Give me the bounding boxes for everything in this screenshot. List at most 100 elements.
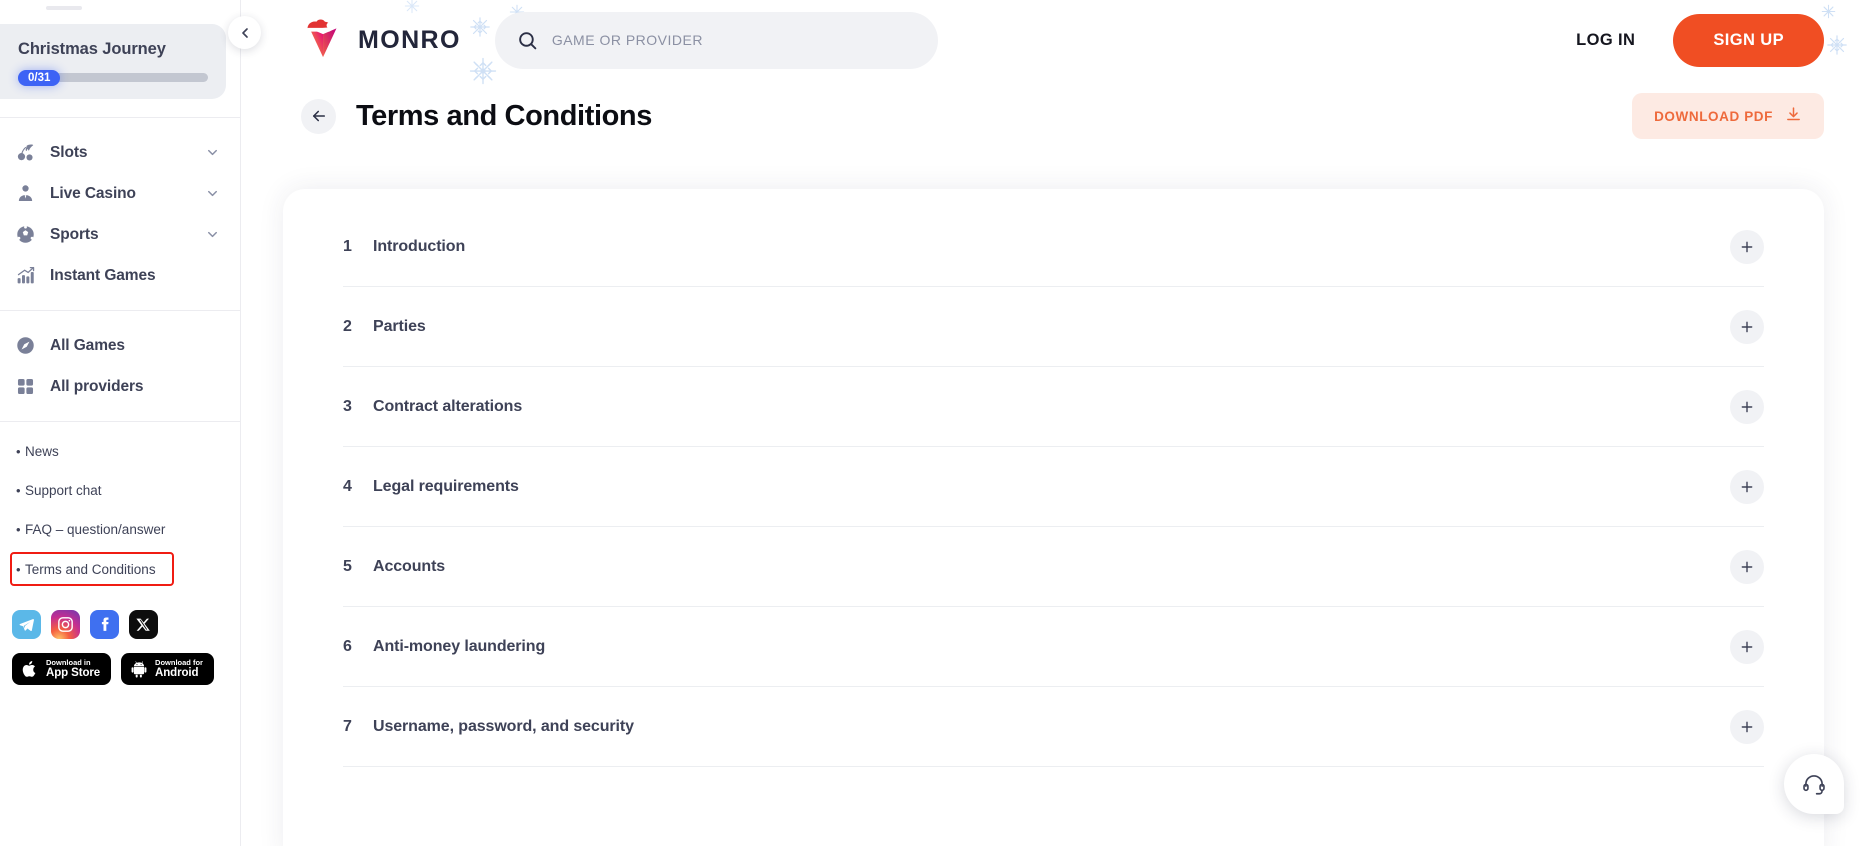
sidebar-link-terms-and-conditions[interactable]: • Terms and Conditions — [10, 552, 174, 586]
sidebar-link-support-chat[interactable]: • Support chat — [14, 477, 240, 504]
dealer-icon — [14, 183, 36, 205]
search-box[interactable] — [494, 11, 938, 69]
progress-badge: 0/31 — [18, 70, 61, 86]
chevron-down-icon[interactable] — [205, 145, 220, 160]
bullet-icon: • — [16, 561, 21, 577]
android-icon — [130, 660, 148, 678]
app-store-badges: Download in App Store Download for Andro… — [0, 639, 240, 685]
brand-logo[interactable]: MONRO — [301, 15, 461, 66]
instagram-icon[interactable] — [51, 610, 80, 639]
sidebar-link-label: Terms and Conditions — [25, 561, 156, 577]
plus-icon[interactable] — [1730, 389, 1764, 424]
sidebar-links: • News • Support chat • FAQ – question/a… — [0, 422, 240, 590]
app-store-subtitle: Download in — [46, 658, 91, 667]
christmas-journey-progress: 0/31 — [18, 70, 208, 86]
sidebar-item-all-games[interactable]: All Games — [0, 325, 240, 366]
android-store-title: Android — [155, 666, 199, 679]
sidebar-item-label: All Games — [50, 336, 125, 354]
plus-icon[interactable] — [1730, 469, 1764, 504]
table-row[interactable]: 3 Contract alterations — [343, 367, 1764, 447]
section-number: 3 — [343, 397, 352, 415]
sidebar-item-all-providers[interactable]: All providers — [0, 366, 240, 407]
stub-line — [46, 6, 82, 10]
android-store-text: Download for Android — [155, 659, 203, 679]
table-row[interactable]: 2 Parties — [343, 287, 1764, 367]
sidebar-collapse-button[interactable] — [228, 16, 261, 49]
sidebar-item-slots[interactable]: Slots — [0, 132, 240, 173]
download-pdf-label: DOWNLOAD PDF — [1654, 108, 1773, 124]
sidebar-item-sports[interactable]: Sports — [0, 214, 240, 255]
terms-sections-card: 1 Introduction 2 Parties 3 Contract alte… — [283, 189, 1824, 846]
christmas-journey-card[interactable]: Christmas Journey 0/31 — [0, 24, 226, 99]
table-row[interactable]: 5 Accounts — [343, 527, 1764, 607]
x-twitter-icon[interactable] — [129, 610, 158, 639]
sidebar-link-label: FAQ – question/answer — [25, 522, 166, 537]
section-title: Accounts — [373, 557, 446, 575]
bullet-icon: • — [16, 522, 21, 537]
sidebar-catalog-nav: All Games All providers — [0, 311, 240, 421]
christmas-journey-title: Christmas Journey — [18, 40, 166, 58]
app-store-badge[interactable]: Download in App Store — [12, 653, 112, 685]
sidebar-item-instant-games[interactable]: Instant Games — [0, 255, 240, 296]
grid-icon — [14, 376, 36, 398]
plus-icon[interactable] — [1730, 709, 1764, 744]
sidebar-item-live-casino[interactable]: Live Casino — [0, 173, 240, 214]
search-icon — [517, 30, 538, 51]
section-title: Introduction — [373, 237, 466, 255]
section-number: 7 — [343, 717, 352, 735]
top-bar: MONRO LOG IN SIGN UP — [241, 0, 1866, 80]
section-title: Parties — [373, 317, 426, 335]
login-button[interactable]: LOG IN — [1576, 31, 1635, 50]
monro-mark-icon — [301, 15, 347, 66]
plus-icon[interactable] — [1730, 549, 1764, 584]
section-number: 1 — [343, 237, 352, 255]
plus-icon[interactable] — [1730, 309, 1764, 344]
sidebar-link-news[interactable]: • News — [14, 438, 240, 465]
chevron-down-icon[interactable] — [205, 186, 220, 201]
top-actions: LOG IN SIGN UP — [1576, 13, 1824, 67]
page-header: Terms and Conditions DOWNLOAD PDF — [241, 80, 1866, 139]
section-title: Username, password, and security — [373, 717, 634, 735]
plus-icon[interactable] — [1730, 629, 1764, 664]
section-title: Legal requirements — [373, 477, 519, 495]
compass-icon — [14, 335, 36, 357]
sidebar-item-label: Live Casino — [50, 184, 136, 202]
sidebar-link-label: Support chat — [25, 483, 102, 498]
sidebar-primary-nav: Slots Live Casino Sports Instant Games — [0, 118, 240, 310]
chevron-down-icon[interactable] — [205, 227, 220, 242]
section-number: 2 — [343, 317, 352, 335]
section-title: Contract alterations — [373, 397, 523, 415]
android-store-badge[interactable]: Download for Android — [121, 653, 214, 685]
table-row[interactable]: 1 Introduction — [343, 207, 1764, 287]
social-links — [0, 590, 240, 639]
table-row[interactable]: 7 Username, password, and security — [343, 687, 1764, 767]
table-row[interactable]: 6 Anti-money laundering — [343, 607, 1764, 687]
sidebar-item-label: Slots — [50, 143, 88, 161]
telegram-icon[interactable] — [12, 610, 41, 639]
table-row[interactable]: 4 Legal requirements — [343, 447, 1764, 527]
main-content: MONRO LOG IN SIGN UP Terms and Condition… — [241, 0, 1866, 846]
bullet-icon: • — [16, 483, 21, 498]
bullet-icon: • — [16, 444, 21, 459]
sidebar-link-faq[interactable]: • FAQ – question/answer — [14, 516, 240, 543]
sidebar: Christmas Journey 0/31 Slots Live Casino… — [0, 0, 241, 846]
app-store-title: App Store — [46, 666, 101, 679]
android-store-subtitle: Download for — [155, 658, 203, 667]
section-number: 5 — [343, 557, 352, 575]
apple-icon — [21, 660, 39, 678]
bar-chart-icon — [14, 265, 36, 287]
cherries-icon — [14, 142, 36, 164]
download-pdf-button[interactable]: DOWNLOAD PDF — [1632, 93, 1824, 139]
plus-icon[interactable] — [1730, 229, 1764, 264]
signup-button[interactable]: SIGN UP — [1673, 13, 1824, 67]
page-title: Terms and Conditions — [356, 99, 652, 132]
facebook-icon[interactable] — [90, 610, 119, 639]
search-input[interactable] — [551, 32, 916, 48]
back-button[interactable] — [301, 98, 336, 134]
section-title: Anti-money laundering — [373, 637, 546, 655]
section-number: 6 — [343, 637, 352, 655]
soccer-ball-icon — [14, 224, 36, 246]
support-chat-button[interactable] — [1784, 754, 1844, 814]
sidebar-link-label: News — [25, 444, 59, 459]
app-root: Christmas Journey 0/31 Slots Live Casino… — [0, 0, 1866, 846]
